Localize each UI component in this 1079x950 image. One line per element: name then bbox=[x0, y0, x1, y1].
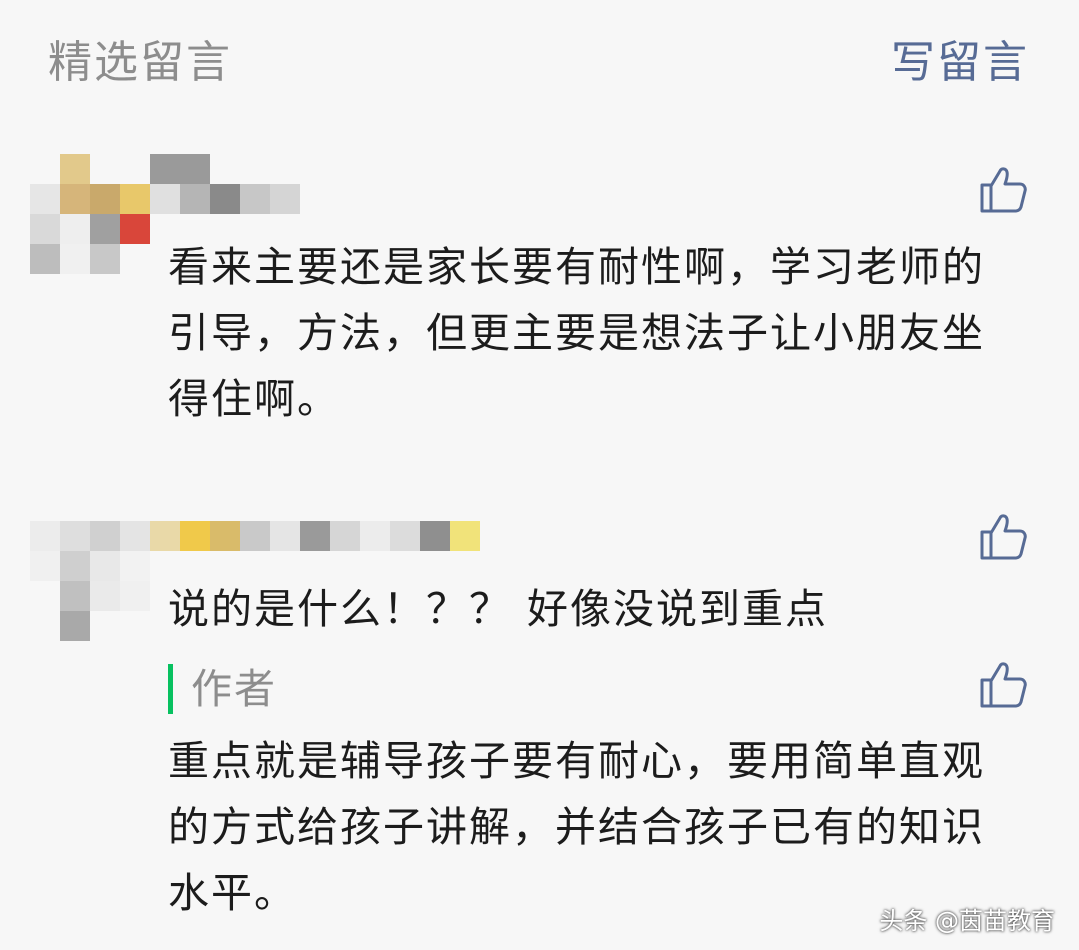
thumbs-up-icon[interactable] bbox=[978, 510, 1030, 562]
user-name[interactable] bbox=[150, 521, 480, 551]
thumbs-up-icon[interactable] bbox=[978, 658, 1030, 710]
section-title: 精选留言 bbox=[48, 37, 232, 88]
comment-text: 说的是什么！？？ 好像没说到重点 bbox=[168, 585, 829, 633]
write-comment-button[interactable]: 写留言 bbox=[891, 26, 1029, 90]
user-name[interactable] bbox=[150, 154, 300, 214]
avatar[interactable] bbox=[30, 154, 150, 274]
author-reply-label: 作者 bbox=[168, 664, 277, 714]
comment-text: 看来主要还是家长要有耐性啊，学习老师的引导，方法，但更主要是想法子让小朋友坐得住… bbox=[168, 243, 985, 423]
watermark: 头条 @茵苗教育 bbox=[879, 907, 1055, 935]
avatar[interactable] bbox=[30, 521, 150, 641]
author-reply-text: 重点就是辅导孩子要有耐心，要用简单直观的方式给孩子讲解，并结合孩子已有的知识水平… bbox=[168, 737, 985, 917]
comments-page: 精选留言 写留言 看来主要还是家长要有耐性啊，学习老师的引导，方法，但更主要是想… bbox=[0, 0, 1079, 950]
thumbs-up-icon[interactable] bbox=[978, 163, 1030, 215]
